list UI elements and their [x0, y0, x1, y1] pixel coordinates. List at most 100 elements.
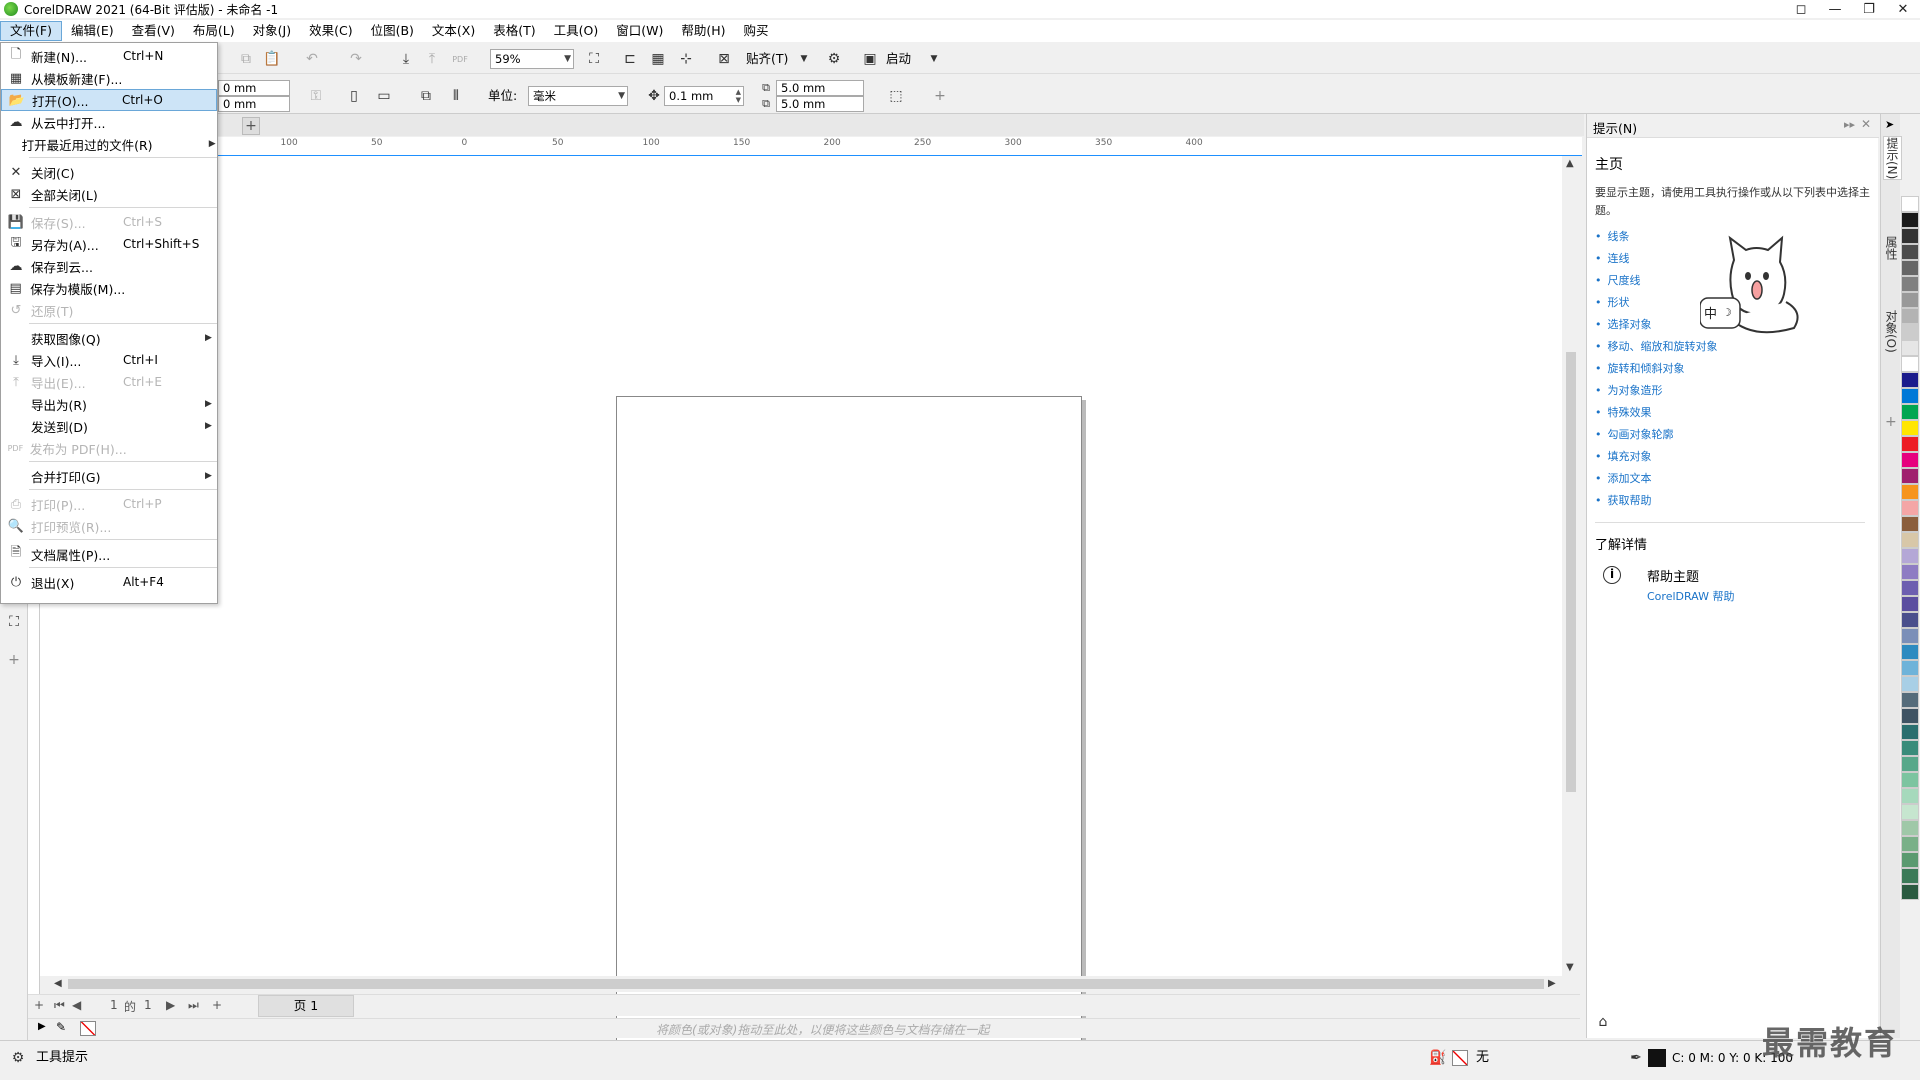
- settings-gear-icon[interactable]: ⚙: [824, 49, 844, 69]
- expand-arrow-icon[interactable]: ▶: [38, 1021, 46, 1032]
- palette-swatch[interactable]: [1901, 772, 1919, 788]
- restore-button[interactable]: ❐: [1852, 0, 1886, 18]
- first-page-icon[interactable]: ⏮: [54, 998, 65, 1013]
- next-page-icon[interactable]: ▶: [166, 998, 175, 1012]
- palette-swatch[interactable]: [1901, 580, 1919, 596]
- menu-item-12[interactable]: 购买: [735, 21, 778, 41]
- hint-topic-link[interactable]: 为对象造形: [1595, 380, 1718, 402]
- menu-item-9[interactable]: 工具(O): [545, 21, 608, 41]
- palette-swatch[interactable]: [1901, 836, 1919, 852]
- chevron-down-icon[interactable]: ▼: [794, 49, 814, 69]
- palette-swatch[interactable]: [1901, 228, 1919, 244]
- file-menu-item[interactable]: 打开最近用过的文件(R) ▶: [1, 133, 217, 155]
- menu-item-2[interactable]: 查看(V): [123, 21, 184, 41]
- palette-swatch[interactable]: [1901, 548, 1919, 564]
- menu-item-0[interactable]: 文件(F): [0, 21, 62, 41]
- palette-swatch[interactable]: [1901, 260, 1919, 276]
- units-dropdown[interactable]: 毫米 ▼: [528, 86, 628, 106]
- scroll-right-icon[interactable]: ▶: [1548, 978, 1556, 989]
- tab-hints[interactable]: 提示(N): [1883, 136, 1902, 181]
- palette-swatch[interactable]: [1901, 468, 1919, 484]
- file-menu-item[interactable]: 获取图像(Q) ▶: [1, 327, 217, 349]
- horizontal-ruler[interactable]: 15010050050100150200250300350400: [40, 137, 1582, 156]
- page-tab[interactable]: 页 1: [258, 995, 354, 1017]
- menu-item-6[interactable]: 位图(B): [362, 21, 423, 41]
- docker-close-icon[interactable]: ✕: [1861, 117, 1871, 131]
- prev-page-icon[interactable]: ◀: [72, 998, 81, 1012]
- palette-swatch[interactable]: [1901, 564, 1919, 580]
- palette-swatch[interactable]: [1901, 388, 1919, 404]
- duplicate-x-field[interactable]: 5.0 mm: [776, 80, 864, 96]
- palette-swatch[interactable]: [1901, 868, 1919, 884]
- close-window-button[interactable]: ✕: [1886, 0, 1920, 18]
- gear-icon[interactable]: ⚙: [8, 1048, 28, 1068]
- palette-swatch[interactable]: [1901, 308, 1919, 324]
- tab-objects[interactable]: 对象(O): [1883, 310, 1900, 353]
- export-toolbar-icon[interactable]: ⤒: [422, 49, 442, 69]
- hint-topic-link[interactable]: 特殊效果: [1595, 402, 1718, 424]
- menu-item-7[interactable]: 文本(X): [423, 21, 484, 41]
- menu-item-4[interactable]: 对象(J): [244, 21, 300, 41]
- palette-swatch[interactable]: [1901, 660, 1919, 676]
- hint-topic-link[interactable]: 添加文本: [1595, 468, 1718, 490]
- palette-swatch[interactable]: [1901, 708, 1919, 724]
- menu-item-11[interactable]: 帮助(H): [672, 21, 734, 41]
- tab-properties[interactable]: 属性: [1883, 236, 1900, 260]
- palette-swatch[interactable]: [1901, 788, 1919, 804]
- palette-swatch[interactable]: [1901, 612, 1919, 628]
- show-grid-icon[interactable]: ▦: [648, 49, 668, 69]
- last-page-icon[interactable]: ⏭: [188, 998, 199, 1013]
- landscape-icon[interactable]: ▭: [374, 86, 394, 106]
- palette-swatch[interactable]: [1901, 724, 1919, 740]
- palette-swatch[interactable]: [1901, 500, 1919, 516]
- coreldraw-help-link[interactable]: CorelDRAW 帮助: [1647, 588, 1734, 604]
- palette-swatch[interactable]: [1901, 532, 1919, 548]
- snap-off-icon[interactable]: ⊠: [714, 49, 734, 69]
- palette-swatch[interactable]: [1901, 356, 1919, 372]
- palette-swatch[interactable]: [1901, 212, 1919, 228]
- palette-swatch[interactable]: [1901, 852, 1919, 868]
- menu-item-10[interactable]: 窗口(W): [607, 21, 672, 41]
- file-menu-item[interactable]: ⤓ 导入(I)... Ctrl+I: [1, 349, 217, 371]
- chevron-down-icon[interactable]: ▼: [924, 49, 944, 69]
- palette-swatch[interactable]: [1901, 340, 1919, 356]
- palette-swatch[interactable]: [1901, 692, 1919, 708]
- object-width-field[interactable]: 0 mm: [218, 80, 290, 96]
- pdf-toolbar-icon[interactable]: PDF: [450, 49, 470, 69]
- drawing-canvas[interactable]: [40, 156, 1580, 1054]
- file-menu-item[interactable]: ⊠ 全部关闭(L): [1, 183, 217, 205]
- duplicate-y-field[interactable]: 5.0 mm: [776, 96, 864, 112]
- scroll-down-icon[interactable]: ▼: [1566, 962, 1574, 973]
- add-tool-icon[interactable]: +: [4, 650, 24, 670]
- copy-icon[interactable]: ⧉: [236, 49, 256, 69]
- palette-swatch[interactable]: [1901, 676, 1919, 692]
- file-menu-item[interactable]: 合并打印(G) ▶: [1, 465, 217, 487]
- launch-dropdown[interactable]: 启动: [886, 49, 911, 69]
- palette-swatch[interactable]: [1901, 644, 1919, 660]
- show-guidelines-icon[interactable]: ⊹: [676, 49, 696, 69]
- import-toolbar-icon[interactable]: ⤓: [396, 49, 416, 69]
- file-menu-item[interactable]: ▤ 保存为模版(M)...: [1, 277, 217, 299]
- palette-swatch[interactable]: [1901, 596, 1919, 612]
- undo-icon[interactable]: ↶: [302, 49, 322, 69]
- menu-item-3[interactable]: 布局(L): [184, 21, 244, 41]
- file-menu-item[interactable]: 导出为(R) ▶: [1, 393, 217, 415]
- palette-swatch[interactable]: [1901, 628, 1919, 644]
- scroll-up-icon[interactable]: ▲: [1566, 158, 1574, 169]
- object-height-field[interactable]: 0 mm: [218, 96, 290, 112]
- file-menu-item[interactable]: 🗋 新建(N)... Ctrl+N: [1, 45, 217, 67]
- add-icon[interactable]: +: [930, 86, 950, 106]
- palette-swatch[interactable]: [1901, 324, 1919, 340]
- file-menu-item[interactable]: ☁ 从云中打开...: [1, 111, 217, 133]
- all-pages-icon[interactable]: ⧉: [416, 86, 436, 106]
- vertical-scrollbar[interactable]: ▲ ▼: [1562, 156, 1580, 976]
- hint-topic-link[interactable]: 填充对象: [1595, 446, 1718, 468]
- eyedropper-icon[interactable]: ✎: [56, 1020, 66, 1034]
- home-icon[interactable]: ⌂: [1593, 1012, 1613, 1032]
- palette-swatch[interactable]: [1901, 820, 1919, 836]
- hint-topic-link[interactable]: 旋转和倾斜对象: [1595, 358, 1718, 380]
- no-color-swatch-icon[interactable]: [80, 1021, 96, 1036]
- paste-icon[interactable]: 📋: [262, 49, 282, 69]
- interactive-fill-icon[interactable]: ⛶: [4, 612, 24, 632]
- palette-swatch[interactable]: [1901, 884, 1919, 900]
